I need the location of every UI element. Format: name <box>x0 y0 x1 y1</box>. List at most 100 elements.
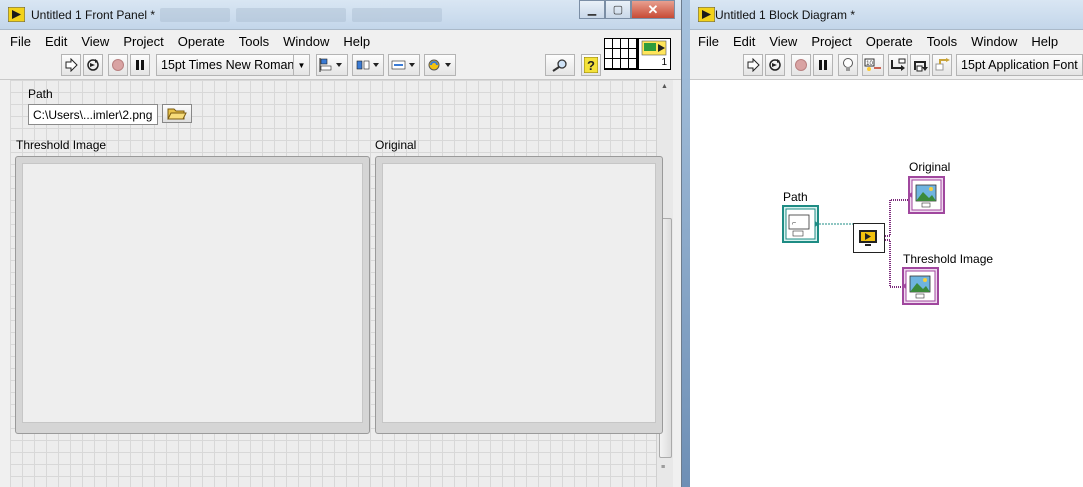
menu-tools[interactable]: Tools <box>927 34 957 49</box>
stop-icon <box>795 59 807 71</box>
front-panel-window: Untitled 1 Front Panel * ▁ ▢ ✕ File Edit… <box>0 0 682 487</box>
front-panel-menubar: File Edit View Project Operate Tools Win… <box>0 30 681 52</box>
image-display-icon <box>908 176 945 214</box>
reorder-icon <box>428 59 451 71</box>
block-diagram-window: Untitled 1 Block Diagram * File Edit Vie… <box>690 0 1083 487</box>
labview-app-icon <box>8 7 25 22</box>
menu-project[interactable]: Project <box>811 34 851 49</box>
path-terminal-icon: ⌐ <box>782 205 819 243</box>
svg-text:10: 10 <box>866 61 873 67</box>
vi-subvi-node[interactable] <box>853 223 885 253</box>
front-panel-titlebar[interactable]: Untitled 1 Front Panel * ▁ ▢ ✕ <box>0 0 681 30</box>
pause-icon <box>136 60 144 70</box>
run-continuously-icon <box>87 59 99 71</box>
window-title: Untitled 1 Front Panel * <box>31 8 156 22</box>
align-objects-button[interactable] <box>316 54 348 76</box>
connector-count: 1 <box>661 57 667 68</box>
font-selector-value: 15pt Times New Roman <box>161 58 295 72</box>
probe-icon: 10 <box>864 58 881 71</box>
step-into-icon <box>891 58 906 71</box>
svg-text:?: ? <box>587 58 595 73</box>
block-diagram-menubar: File Edit View Project Operate Tools Win… <box>690 30 1083 52</box>
pause-button[interactable] <box>130 54 150 76</box>
menu-window[interactable]: Window <box>971 34 1017 49</box>
labview-app-icon <box>698 7 715 22</box>
display-vi-icon <box>853 223 885 253</box>
block-diagram-toolbar: 10 15pt Application Font <box>690 52 1083 80</box>
path-control-input[interactable]: C:\Users\...imler\2.png <box>28 104 158 125</box>
step-over-button[interactable] <box>910 54 930 76</box>
run-arrow-icon <box>65 58 78 72</box>
search-icon <box>552 59 567 72</box>
pause-icon <box>819 60 827 70</box>
pause-button[interactable] <box>813 54 833 76</box>
font-selector[interactable]: 15pt Application Font <box>956 54 1083 76</box>
threshold-wire <box>885 239 902 288</box>
block-diagram-canvas[interactable]: Path ⌐ Original Threshold Image <box>690 80 1083 487</box>
folder-open-icon <box>167 108 187 119</box>
step-over-icon <box>914 61 928 72</box>
menu-help[interactable]: Help <box>1031 34 1058 49</box>
font-selector[interactable]: 15pt Times New Roman ▼ <box>156 54 310 76</box>
threshold-image-terminal[interactable] <box>902 267 939 305</box>
threshold-terminal-label: Threshold Image <box>903 252 994 266</box>
minimize-button[interactable]: ▁ <box>579 0 605 19</box>
distribute-icon <box>356 60 379 70</box>
highlight-execution-button[interactable] <box>838 54 858 76</box>
retain-wire-values-button[interactable]: 10 <box>862 54 884 76</box>
run-button[interactable] <box>743 54 763 76</box>
original-image-label: Original <box>375 138 417 152</box>
svg-text:⌐: ⌐ <box>792 220 796 227</box>
original-image-terminal[interactable] <box>908 176 945 214</box>
caption-buttons: ▁ ▢ ✕ <box>579 0 675 20</box>
menu-operate[interactable]: Operate <box>866 34 913 49</box>
scroll-up-arrow-icon[interactable]: ▲ <box>661 83 668 90</box>
run-continuously-icon <box>769 59 781 71</box>
menu-file[interactable]: File <box>698 34 719 49</box>
run-continuously-button[interactable] <box>83 54 103 76</box>
reorder-button[interactable] <box>424 54 456 76</box>
distribute-objects-button[interactable] <box>352 54 384 76</box>
align-icon <box>319 58 342 72</box>
wires-layer <box>819 199 908 288</box>
menu-edit[interactable]: Edit <box>733 34 755 49</box>
original-terminal-label: Original <box>909 160 951 174</box>
resize-objects-button[interactable] <box>388 54 420 76</box>
path-terminal[interactable]: ⌐ <box>782 205 819 243</box>
connector-pane[interactable] <box>604 38 638 70</box>
browse-button[interactable] <box>162 104 192 123</box>
path-terminal-label: Path <box>783 190 808 204</box>
menu-view[interactable]: View <box>81 34 109 49</box>
menu-view[interactable]: View <box>769 34 797 49</box>
close-button[interactable]: ✕ <box>631 0 675 19</box>
abort-button[interactable] <box>108 54 128 76</box>
abort-button[interactable] <box>791 54 811 76</box>
menu-window[interactable]: Window <box>283 34 329 49</box>
run-button[interactable] <box>61 54 81 76</box>
font-selector-value: 15pt Application Font <box>961 58 1078 72</box>
path-control-label: Path <box>28 87 53 101</box>
window-title: Untitled 1 Block Diagram * <box>715 8 856 22</box>
threshold-image-label: Threshold Image <box>16 138 107 152</box>
context-help-button[interactable]: ? <box>581 54 601 76</box>
maximize-button[interactable]: ▢ <box>605 0 631 19</box>
menu-operate[interactable]: Operate <box>178 34 225 49</box>
menu-file[interactable]: File <box>10 34 31 49</box>
menu-tools[interactable]: Tools <box>239 34 269 49</box>
front-panel-toolbar: 15pt Times New Roman ▼ ? <box>0 52 681 80</box>
block-diagram-titlebar[interactable]: Untitled 1 Block Diagram * <box>690 0 1083 30</box>
threshold-image-display[interactable] <box>15 156 370 434</box>
menu-project[interactable]: Project <box>123 34 163 49</box>
original-wire <box>885 199 908 237</box>
background-taskbar-blur <box>160 8 561 24</box>
menu-edit[interactable]: Edit <box>45 34 67 49</box>
run-continuously-button[interactable] <box>765 54 785 76</box>
step-out-button[interactable] <box>932 54 952 76</box>
stop-icon <box>112 59 124 71</box>
search-button[interactable] <box>545 54 575 76</box>
step-into-button[interactable] <box>888 54 908 76</box>
run-arrow-icon <box>747 58 760 72</box>
original-image-display[interactable] <box>375 156 663 434</box>
vi-icon[interactable]: 1 <box>638 38 671 70</box>
menu-help[interactable]: Help <box>343 34 370 49</box>
